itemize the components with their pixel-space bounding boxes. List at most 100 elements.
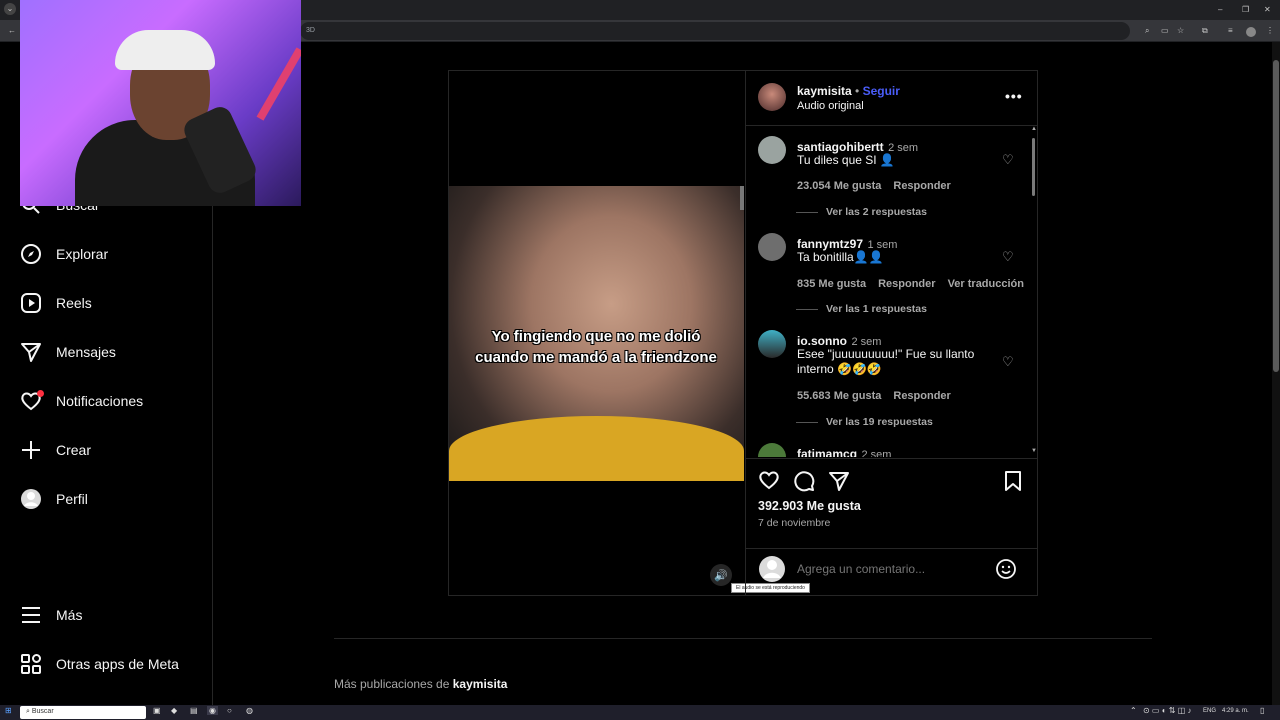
- more-publications-user[interactable]: kaymisita: [453, 677, 508, 691]
- page-scroll-thumb[interactable]: [1273, 60, 1279, 372]
- video-caption-overlay: Yo fingiendo que no me dolió cuando me m…: [475, 328, 717, 366]
- reels-icon: [20, 292, 42, 314]
- separator-dot: •: [855, 84, 860, 98]
- comment-actions: 55.683 Me gusta Responder: [797, 386, 951, 404]
- comment-text: Esee "juuuuuuuuu!" Fue su llanto interno…: [797, 347, 975, 376]
- comment-avatar[interactable]: [758, 330, 786, 358]
- current-user-avatar: [758, 555, 786, 588]
- tab-menu-icon[interactable]: ⌄: [4, 3, 16, 15]
- browser-menu-icon[interactable]: ⋮: [1266, 26, 1274, 35]
- close-icon[interactable]: ✕: [1264, 5, 1271, 14]
- sidebar-item-label: Notificaciones: [56, 393, 144, 409]
- comment-like-icon[interactable]: ♡: [1002, 354, 1014, 370]
- taskbar-app-icon[interactable]: ◆: [171, 706, 177, 715]
- profile-icon[interactable]: [1246, 27, 1256, 37]
- url-field[interactable]: 3D: [300, 22, 1130, 40]
- comment-header: fatimamcg 2 sem: [797, 445, 891, 457]
- comment-avatar[interactable]: [758, 136, 786, 164]
- save-icon[interactable]: [1003, 470, 1023, 497]
- sidebar-item-notifications[interactable]: Notificaciones: [20, 388, 143, 414]
- tray-chevron-icon[interactable]: ⌃: [1130, 706, 1137, 715]
- likes-count[interactable]: 392.903 Me gusta: [758, 499, 861, 513]
- clock[interactable]: 4:29 a. m.: [1222, 708, 1249, 714]
- comment-username[interactable]: fannymtz97: [797, 237, 863, 251]
- reply-button[interactable]: Responder: [878, 278, 935, 290]
- obs-taskbar-icon[interactable]: ○: [227, 706, 232, 715]
- audio-label[interactable]: Audio original: [797, 100, 864, 112]
- follow-button[interactable]: Seguir: [863, 84, 900, 98]
- language-indicator[interactable]: ENG: [1203, 708, 1216, 714]
- video-scroll-indicator: [740, 186, 744, 210]
- more-options-icon[interactable]: •••: [1005, 88, 1023, 104]
- comment-avatar[interactable]: [758, 443, 786, 457]
- sidebar-item-profile[interactable]: Perfil: [20, 486, 88, 512]
- comments-scrollbar[interactable]: ▲ ▼: [1030, 126, 1037, 458]
- tray-icons[interactable]: ⊙ ▭ ◐ ⇅ ◫ ♪: [1143, 706, 1191, 715]
- comment-likes[interactable]: 835 Me gusta: [797, 278, 866, 290]
- comment-likes[interactable]: 23.054 Me gusta: [797, 180, 881, 192]
- plus-icon: [20, 439, 42, 461]
- avatar-icon: [20, 488, 42, 510]
- comment-actions: 835 Me gusta Responder Ver traducción: [797, 274, 1024, 292]
- taskbar-app-icon[interactable]: ◍: [246, 706, 253, 715]
- comment-icon[interactable]: [793, 470, 815, 497]
- minimize-icon[interactable]: –: [1218, 5, 1222, 14]
- comments-scroll-thumb[interactable]: [1032, 138, 1035, 196]
- back-icon[interactable]: ←: [8, 26, 16, 35]
- comment-username[interactable]: santiagohibertt: [797, 140, 884, 154]
- emoji-icon[interactable]: [995, 558, 1017, 585]
- comment-actions: 23.054 Me gusta Responder: [797, 176, 951, 194]
- notification-center-icon[interactable]: ▯: [1260, 706, 1264, 715]
- compass-icon: [20, 243, 42, 265]
- reply-button[interactable]: Responder: [893, 180, 950, 192]
- comment-username[interactable]: fatimamcg: [797, 447, 857, 457]
- windows-start-icon[interactable]: ⊞: [5, 706, 12, 715]
- sidebar-item-meta-apps[interactable]: Otras apps de Meta: [20, 651, 179, 677]
- like-icon[interactable]: [758, 470, 780, 495]
- audio-toggle-button[interactable]: 🔊: [710, 564, 732, 586]
- page-scrollbar[interactable]: [1272, 42, 1280, 705]
- reply-button[interactable]: Responder: [893, 390, 950, 402]
- comment-like-icon[interactable]: ♡: [1002, 152, 1014, 168]
- sidebar-item-reels[interactable]: Reels: [20, 290, 92, 316]
- post-date[interactable]: 7 de noviembre: [758, 517, 830, 529]
- sidebar-item-more[interactable]: Más: [20, 602, 82, 628]
- author-username[interactable]: kaymisita: [797, 84, 852, 98]
- comment-input[interactable]: [797, 560, 987, 578]
- scroll-down-icon[interactable]: ▼: [1031, 448, 1037, 454]
- scroll-up-icon[interactable]: ▲: [1031, 126, 1037, 132]
- bookmark-star-icon[interactable]: ☆: [1177, 26, 1184, 35]
- zoom-icon[interactable]: ⌕: [1145, 26, 1149, 36]
- comment-likes[interactable]: 55.683 Me gusta: [797, 390, 881, 402]
- translate-button[interactable]: Ver traducción: [948, 278, 1024, 290]
- view-replies-button[interactable]: Ver las 2 respuestas: [796, 206, 927, 218]
- sidebar-item-label: Perfil: [56, 491, 88, 507]
- more-publications-prefix: Más publicaciones de: [334, 677, 450, 691]
- heart-icon: [20, 390, 44, 412]
- comment-avatar[interactable]: [758, 233, 786, 261]
- more-publications-heading: Más publicaciones de kaymisita: [334, 677, 507, 691]
- cast-icon[interactable]: ▭: [1161, 26, 1169, 35]
- sidebar-item-messages[interactable]: Mensajes: [20, 339, 116, 365]
- comment-username[interactable]: io.sonno: [797, 334, 847, 348]
- view-replies-button[interactable]: Ver las 1 respuestas: [796, 303, 927, 315]
- share-icon[interactable]: [828, 470, 850, 497]
- file-explorer-icon[interactable]: ▤: [190, 706, 198, 715]
- sidebar-item-create[interactable]: Crear: [20, 437, 91, 463]
- task-view-icon[interactable]: ▣: [153, 706, 161, 715]
- extensions-icon[interactable]: ⧉: [1202, 26, 1208, 36]
- notification-dot: [37, 390, 44, 397]
- sidebar-panel-icon[interactable]: ≡: [1228, 26, 1233, 35]
- author-avatar[interactable]: [758, 83, 786, 111]
- comment-like-icon[interactable]: ♡: [1002, 249, 1014, 265]
- sidebar-item-label: Otras apps de Meta: [56, 656, 179, 672]
- sidebar-item-explore[interactable]: Explorar: [20, 241, 108, 267]
- sidebar-item-label: Más: [56, 607, 83, 623]
- apps-grid-icon: [20, 653, 42, 675]
- restore-icon[interactable]: ❐: [1242, 5, 1249, 14]
- taskbar-search[interactable]: ⌕ Buscar: [20, 706, 146, 719]
- chrome-taskbar-icon[interactable]: ◉: [207, 706, 218, 715]
- send-icon: [20, 341, 42, 363]
- view-replies-button[interactable]: Ver las 19 respuestas: [796, 416, 933, 428]
- sidebar-item-label: Reels: [56, 295, 92, 311]
